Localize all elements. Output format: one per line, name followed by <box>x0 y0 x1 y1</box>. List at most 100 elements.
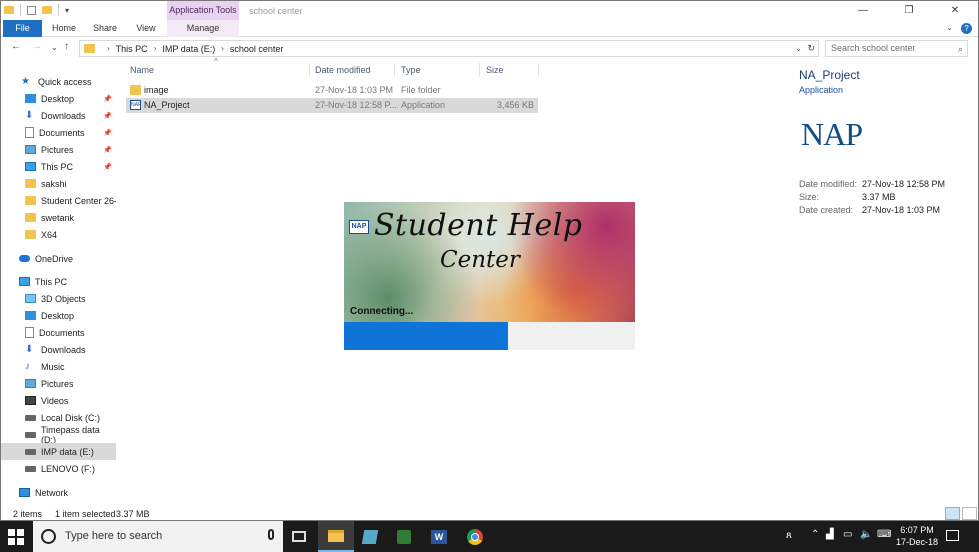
nap-logo: NAP <box>801 116 863 152</box>
sidebar-item-downloads[interactable]: ⬇ Downloads 📌 <box>1 107 116 124</box>
item-count: 2 items <box>13 509 43 519</box>
sidebar-item-music[interactable]: ♪ Music <box>1 358 116 375</box>
tab-file[interactable]: File <box>3 20 42 37</box>
sidebar-item-sakshi[interactable]: sakshi <box>1 175 116 192</box>
taskbar-chrome[interactable] <box>457 521 493 552</box>
divider <box>20 4 21 16</box>
close-button[interactable]: ✕ <box>932 1 978 20</box>
microphone-icon[interactable] <box>268 529 274 540</box>
input-indicator-icon[interactable]: ⌨ <box>877 529 891 540</box>
sidebar-item-imp-data-e[interactable]: IMP data (E:) <box>1 443 116 460</box>
tab-manage[interactable]: Manage <box>167 20 239 37</box>
help-icon[interactable]: ? <box>961 23 972 34</box>
sidebar-item-videos[interactable]: Videos <box>1 392 116 409</box>
expand-ribbon-icon[interactable]: ⌄ <box>946 23 953 34</box>
desktop-icon <box>25 311 36 320</box>
sidebar-item-3d-objects[interactable]: 3D Objects <box>1 290 116 307</box>
taskbar-file-explorer[interactable] <box>318 521 354 552</box>
column-header-size[interactable]: Size <box>486 61 504 79</box>
taskbar-search[interactable]: Type here to search <box>33 521 283 552</box>
table-row[interactable]: image 27-Nov-18 1:03 PM File folder <box>126 83 538 98</box>
battery-icon[interactable]: ▭ <box>843 529 852 540</box>
sidebar-item-documents-pc[interactable]: Documents <box>1 324 116 341</box>
address-bar[interactable]: › This PC › IMP data (E:) › school cente… <box>79 40 819 57</box>
sidebar-item-pictures[interactable]: Pictures 📌 <box>1 141 116 158</box>
application-tools-label: Application Tools <box>167 1 239 20</box>
sidebar-item-timepass-data-d[interactable]: Timepass data (D:) <box>1 425 116 445</box>
details-view-button[interactable] <box>945 507 960 520</box>
file-date: 27-Nov-18 1:03 PM <box>315 85 394 95</box>
sidebar-item-quick-access[interactable]: ★ Quick access <box>1 73 116 90</box>
tab-view[interactable]: View <box>127 20 165 37</box>
start-button[interactable] <box>8 529 24 545</box>
table-row[interactable]: NAP NA_Project 27-Nov-18 12:58 P... Appl… <box>126 98 538 113</box>
task-view-button[interactable] <box>281 521 317 552</box>
sidebar-item-label: Pictures <box>41 378 74 389</box>
ribbon-right-controls: ⌄ ? <box>946 23 972 34</box>
column-divider[interactable] <box>479 63 480 77</box>
minimize-button[interactable]: — <box>840 1 886 20</box>
folder-icon <box>25 179 36 188</box>
large-icons-view-button[interactable] <box>962 507 977 520</box>
sidebar-item-lenovo-f[interactable]: LENOVO (F:) <box>1 460 116 477</box>
sidebar-item-pictures-pc[interactable]: Pictures <box>1 375 116 392</box>
sidebar-item-swetank[interactable]: swetank <box>1 209 116 226</box>
refresh-icon[interactable]: ↻ <box>807 43 815 54</box>
taskbar-app-2[interactable] <box>386 521 422 552</box>
volume-icon[interactable]: 🔈 <box>860 529 872 540</box>
file-date: 27-Nov-18 12:58 P... <box>315 100 397 110</box>
breadcrumb-this-pc[interactable]: This PC <box>116 44 148 54</box>
up-button[interactable]: ↑ <box>64 41 69 52</box>
column-divider[interactable] <box>538 63 539 77</box>
search-input[interactable]: Search school center ⌕ <box>825 40 968 57</box>
show-hidden-icons-icon[interactable]: ⌃ <box>811 529 819 540</box>
column-header-name[interactable]: Name <box>130 61 154 79</box>
connection-status: Connecting... <box>350 306 414 317</box>
sidebar-item-x64[interactable]: X64 <box>1 226 116 243</box>
new-folder-icon[interactable] <box>42 6 52 14</box>
people-icon[interactable]: ጸ <box>786 530 792 541</box>
back-button[interactable]: ← <box>11 41 21 52</box>
minimize-icon: — <box>858 5 868 16</box>
column-divider[interactable] <box>394 63 395 77</box>
properties-icon[interactable] <box>27 5 36 15</box>
sidebar-item-this-pc-pinned[interactable]: This PC 📌 <box>1 158 116 175</box>
sidebar-item-downloads-pc[interactable]: ⬇ Downloads <box>1 341 116 358</box>
forward-button[interactable]: → <box>32 41 42 52</box>
folder-icon <box>25 196 36 205</box>
taskbar-word[interactable]: W <box>421 521 457 552</box>
column-header-date-modified[interactable]: Date modified <box>315 61 371 79</box>
customize-toolbar-icon[interactable]: ▾ <box>65 6 69 15</box>
restore-button[interactable]: ❐ <box>886 1 932 20</box>
sidebar-item-label: Pictures <box>41 144 74 155</box>
sidebar-item-network[interactable]: Network <box>1 484 116 501</box>
progress-fill <box>344 322 509 350</box>
taskbar-app-1[interactable] <box>352 521 388 552</box>
breadcrumb-imp-data[interactable]: IMP data (E:) <box>162 44 215 54</box>
sidebar-item-this-pc[interactable]: This PC <box>1 273 116 290</box>
sidebar-item-label: Network <box>35 487 69 498</box>
sidebar-item-desktop[interactable]: Desktop 📌 <box>1 90 116 107</box>
sidebar-item-documents[interactable]: Documents 📌 <box>1 124 116 141</box>
clock[interactable]: 6:07 PM 17-Dec-18 <box>895 524 939 548</box>
detail-label: Date created: <box>799 205 854 215</box>
address-dropdown-icon[interactable]: ⌄ <box>795 44 802 53</box>
detail-date-created: Date created: 27-Nov-18 1:03 PM <box>799 205 940 215</box>
column-divider[interactable] <box>309 63 310 77</box>
tab-home[interactable]: Home <box>45 20 83 37</box>
sidebar-item-student-center[interactable]: Student Center 26-1 <box>1 192 116 209</box>
pin-icon: 📌 <box>103 95 112 103</box>
recent-locations-icon[interactable]: ⌄ <box>51 43 58 52</box>
action-center-icon[interactable] <box>946 530 959 541</box>
sidebar-item-desktop-pc[interactable]: Desktop <box>1 307 116 324</box>
breadcrumb-school-center[interactable]: school center <box>230 44 284 54</box>
tab-share[interactable]: Share <box>85 20 125 37</box>
sidebar-item-onedrive[interactable]: OneDrive <box>1 250 116 267</box>
network-icon[interactable]: ▟ <box>826 529 834 540</box>
sidebar-item-label: X64 <box>41 229 58 240</box>
detail-value: 3.37 MB <box>862 192 896 202</box>
sidebar-item-label: IMP data (E:) <box>41 446 94 457</box>
file-explorer-icon <box>328 529 344 542</box>
sidebar-item-local-disk-c[interactable]: Local Disk (C:) <box>1 409 116 426</box>
column-header-type[interactable]: Type <box>401 61 421 79</box>
